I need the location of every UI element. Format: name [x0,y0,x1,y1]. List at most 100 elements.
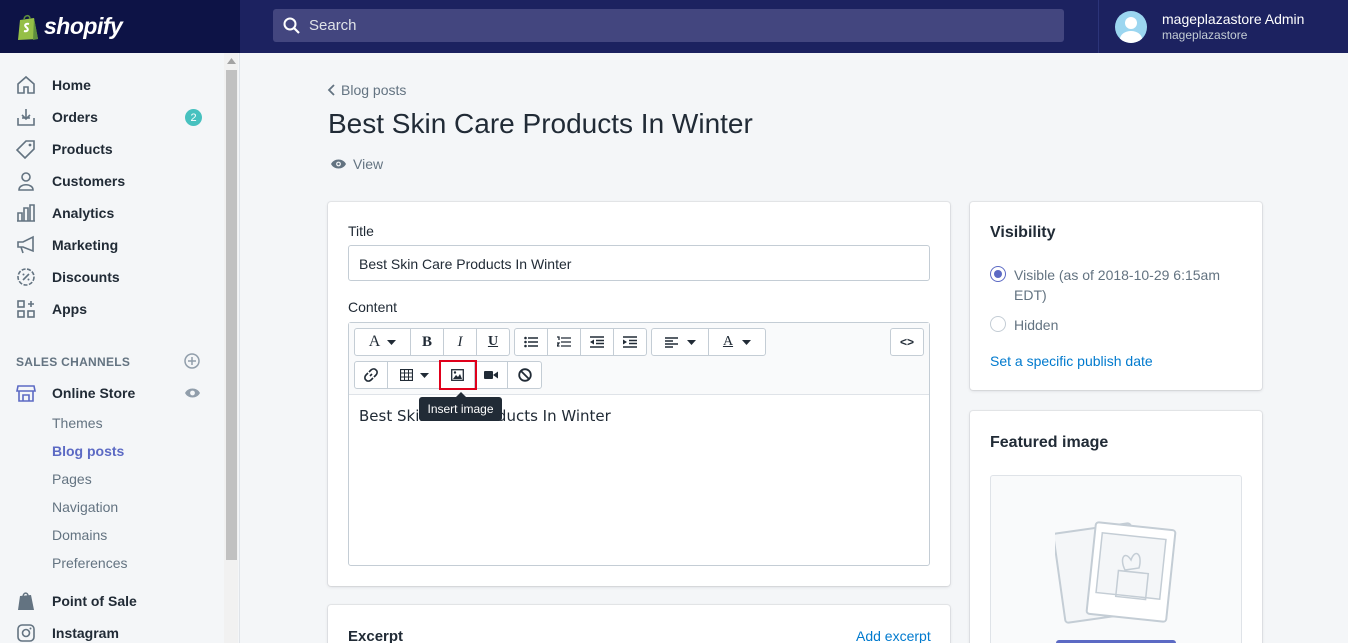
scroll-up-icon[interactable] [227,58,236,64]
sidebar-item-label: Analytics [52,205,115,221]
insert-video-button[interactable] [475,362,508,388]
view-link[interactable]: View [330,156,383,172]
numbered-list-icon [557,336,571,347]
image-icon [451,369,464,381]
underline-icon: U [487,334,499,349]
account-menu[interactable]: mageplazastore Admin mageplazastore [1098,0,1348,53]
sidebar-item-online-store[interactable]: Online Store [16,381,135,405]
search-placeholder: Search [309,17,357,34]
outdent-icon [590,336,604,348]
sidebar-item-products[interactable]: Products [16,137,113,161]
sidebar-subitem-blog-posts[interactable]: Blog posts [52,443,124,459]
bar-chart-icon [16,203,36,223]
discount-icon [16,267,36,287]
sidebar-item-label: Instagram [52,625,119,641]
align-dropdown-button[interactable] [652,329,709,355]
italic-icon: I [457,333,463,350]
sidebar-item-analytics[interactable]: Analytics [16,201,114,225]
breadcrumb[interactable]: Blog posts [327,82,406,98]
insert-table-button[interactable] [388,362,441,388]
align-left-icon [664,336,678,348]
add-excerpt-link[interactable]: Add excerpt [856,628,931,643]
eye-icon [331,159,346,169]
featured-image-title: Featured image [990,434,1109,451]
search-input[interactable]: Search [273,9,1064,42]
clear-formatting-button[interactable] [508,362,541,388]
sidebar-item-customers[interactable]: Customers [16,169,125,193]
sidebar-item-label: Marketing [52,237,119,253]
clear-icon [517,368,532,382]
sidebar-subitem-preferences[interactable]: Preferences [52,555,127,571]
insert-group [354,360,542,390]
sidebar-subitem-themes[interactable]: Themes [52,415,103,431]
chevron-down-icon [419,372,429,378]
orders-icon [16,107,36,127]
search-icon [283,17,300,34]
sidebar-item-discounts[interactable]: Discounts [16,265,120,289]
sidebar-item-orders[interactable]: Orders [16,105,98,129]
bullet-list-button[interactable] [515,329,548,355]
chevron-left-icon [327,84,335,96]
title-input[interactable]: Best Skin Care Products In Winter [348,245,930,281]
sidebar-subitem-pages[interactable]: Pages [52,471,92,487]
hidden-label: Hidden [1014,317,1059,333]
sidebar-item-label: Customers [52,173,126,189]
add-channel-icon[interactable] [184,353,200,369]
account-name: mageplazastore Admin [1162,11,1305,27]
sidebar-scroll-thumb[interactable] [226,70,237,560]
font-dropdown-button[interactable]: A [355,329,411,355]
text-color-icon: A [722,334,734,349]
chevron-down-icon [742,339,752,345]
bullet-list-icon [524,336,538,348]
sidebar-item-label: Point of Sale [52,593,137,609]
hidden-radio[interactable] [990,316,1006,332]
italic-button[interactable]: I [444,329,477,355]
insert-image-button[interactable] [439,360,477,390]
sidebar-item-label: Orders [52,109,98,125]
chevron-down-icon [387,339,397,345]
outdent-button[interactable] [581,329,614,355]
person-icon [16,171,36,191]
tag-icon [16,139,36,159]
table-icon [399,369,413,381]
sidebar-item-label: Online Store [52,385,136,401]
instagram-icon [16,623,36,643]
image-placeholder-icon [1055,521,1177,624]
text-color-dropdown-button[interactable]: A [709,329,765,355]
sidebar-item-apps[interactable]: Apps [16,297,87,321]
align-color-group: A [651,328,766,356]
visible-label: Visible (as of 2018-10-29 6:15am EDT) [1014,267,1220,303]
insert-link-button[interactable] [355,362,388,388]
view-label: View [353,156,384,172]
visible-option[interactable]: Visible (as of 2018-10-29 6:15am EDT) [990,265,1230,305]
hidden-option[interactable]: Hidden [990,315,1058,335]
breadcrumb-label: Blog posts [341,82,407,98]
bold-button[interactable]: B [411,329,444,355]
sidebar-item-home[interactable]: Home [16,73,91,97]
content-label: Content [348,299,398,315]
publish-date-link[interactable]: Set a specific publish date [990,353,1153,369]
indent-icon [623,336,637,348]
sidebar-item-instagram[interactable]: Instagram [16,621,119,643]
indent-button[interactable] [614,329,646,355]
eye-icon[interactable] [184,387,201,399]
featured-image-dropzone[interactable] [990,475,1242,643]
brand-name: shopify [44,13,123,39]
link-icon [364,368,378,382]
sidebar-subitem-navigation[interactable]: Navigation [52,499,118,515]
code-view-button[interactable]: <> [891,329,923,355]
store-icon [16,383,36,403]
sidebar-item-point-of-sale[interactable]: Point of Sale [16,589,137,613]
list-group [514,328,647,356]
numbered-list-button[interactable] [548,329,581,355]
font-icon: A [368,333,381,350]
visible-radio[interactable] [990,266,1006,282]
sidebar-item-label: Products [52,141,113,157]
underline-button[interactable]: U [477,329,509,355]
sidebar-subitem-domains[interactable]: Domains [52,527,107,543]
video-icon [484,371,498,379]
insert-image-tooltip: Insert image [419,392,502,421]
avatar [1115,10,1147,43]
sidebar-item-marketing[interactable]: Marketing [16,233,118,257]
logo[interactable]: shopify [0,0,240,53]
